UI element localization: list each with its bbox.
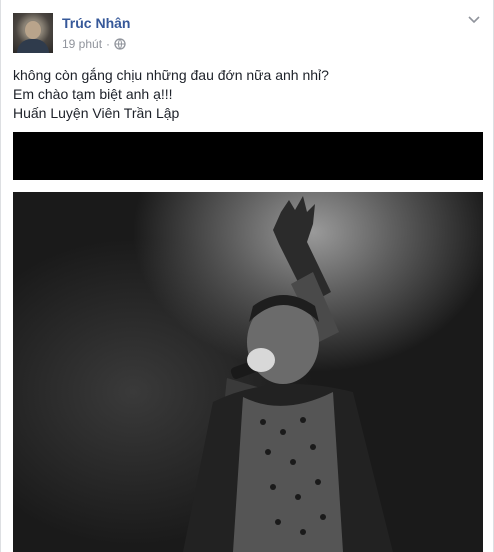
photo-black-band — [13, 132, 483, 180]
post-card: Trúc Nhân 19 phút · không còn gắng chịu … — [0, 0, 494, 552]
post-meta: 19 phút · — [62, 37, 126, 51]
post-text-line: Huấn Luyện Viên Trần Lập — [13, 105, 180, 121]
avatar-face — [25, 21, 41, 39]
author-name-link[interactable]: Trúc Nhân — [62, 15, 130, 31]
post-text-line: Em chào tạm biệt anh ạ!!! — [13, 86, 173, 102]
singer-silhouette — [183, 196, 393, 552]
avatar-shirt — [17, 39, 49, 53]
photo-divider — [13, 180, 483, 192]
post-photo[interactable] — [13, 132, 483, 552]
post-timestamp[interactable]: 19 phút — [62, 37, 102, 51]
globe-icon[interactable] — [114, 38, 126, 50]
photo-singer-image — [13, 192, 483, 552]
post-text-line: không còn gắng chịu những đau đớn nữa an… — [13, 67, 329, 83]
avatar[interactable] — [13, 13, 53, 53]
chevron-down-icon[interactable] — [467, 14, 481, 26]
meta-separator: · — [106, 37, 111, 51]
post-message: không còn gắng chịu những đau đớn nữa an… — [13, 66, 483, 123]
